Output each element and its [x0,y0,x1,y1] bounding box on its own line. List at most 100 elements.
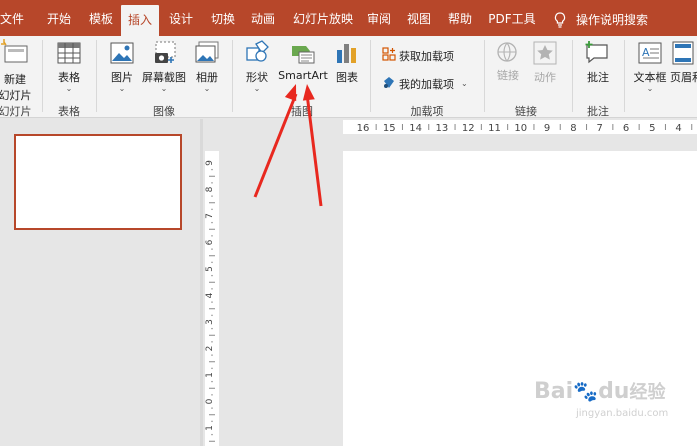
tab-slideshow[interactable]: 幻灯片放映 [292,0,354,36]
group-label-comments: 批注 [587,105,609,118]
tell-me-search[interactable]: 操作说明搜索 [554,11,648,28]
addins-icon [382,75,396,92]
ruler-dot [211,301,213,303]
screenshot-button[interactable]: 屏幕截图 ⌄ [140,40,188,93]
ruler-tick-label: 5 [205,266,215,272]
star-action-icon [532,41,558,69]
tab-insert[interactable]: 插入 [121,5,159,36]
ruler-dot [211,433,213,436]
chart-icon [334,44,360,69]
ruler-dot [211,288,213,290]
ruler-dot [211,367,213,370]
shapes-button[interactable]: 形状 ⌄ [240,40,274,93]
tell-me-label: 操作说明搜索 [576,13,649,27]
ruler-dot [211,327,213,330]
ruler-dot [211,407,213,409]
ruler-dot [211,182,213,184]
lightbulb-icon [554,11,566,28]
textbox-icon: A [637,42,663,69]
table-icon [56,42,82,69]
group-label-slides: 幻灯片 [0,105,32,118]
smartart-button[interactable]: SmartArt [277,40,329,82]
comment-button[interactable]: 批注 [582,40,614,85]
chevron-down-icon: ⌄ [646,84,654,93]
svg-text:A: A [642,46,650,59]
ruler-dot [211,221,213,224]
ruler-tick-label: 8 [205,186,215,192]
photo-album-button[interactable]: 相册 ⌄ [190,40,224,93]
screenshot-icon [150,41,178,69]
chevron-down-icon: ⌄ [65,84,73,93]
tab-transitions[interactable]: 切换 [208,0,238,36]
table-button[interactable]: 表格 ⌄ [52,40,86,93]
ribbon-tab-bar: 文件 开始 模板 插入 设计 切换 动画 幻灯片放映 审阅 视图 帮助 PDF工… [0,0,697,36]
ruler-tick-label: 8 [570,123,576,134]
divider [370,40,371,112]
tab-view[interactable]: 视图 [404,0,434,36]
get-addins-button[interactable]: 获取加载项 [382,47,454,64]
ruler-dot [211,168,213,171]
ruler-tick-label: 2 [205,346,215,352]
photo-album-icon [194,41,220,69]
action-button[interactable]: 动作 [530,40,560,85]
textbox-button[interactable]: A 文本框 ⌄ [632,40,668,93]
chevron-down-icon: ⌄ [203,84,211,93]
tab-template[interactable]: 模板 [86,0,116,36]
ruler-dot [211,248,213,250]
chart-button[interactable]: 图表 [332,40,362,85]
ruler-tick-label: 14 [409,123,422,134]
tab-file[interactable]: 文件 [0,0,24,36]
ruler-tick-label: 1 [205,425,215,431]
divider [96,40,97,112]
ruler-tick-label: 7 [597,123,603,134]
ruler-tick-label: 6 [623,123,629,134]
ruler-tick-label: 6 [205,239,215,245]
tab-pdf-tools[interactable]: PDF工具 [488,0,536,36]
ruler-dot [211,235,213,237]
divider [232,40,233,112]
chevron-down-icon: ⌄ [253,84,261,93]
ruler-tick-label: 15 [383,123,396,134]
new-slide-button[interactable]: 新建 幻灯片 [0,38,32,103]
vertical-ruler[interactable]: 9 8 7 6 5 4 3 2 1 0 1 [205,151,219,446]
my-addins-button[interactable]: 我的加载项 ⌄ [382,75,468,92]
ruler-tick-label: 13 [436,123,449,134]
tab-animations[interactable]: 动画 [248,0,278,36]
divider [484,40,485,112]
ruler-dot [211,341,213,343]
new-slide-icon [0,39,30,71]
ruler-dot [211,380,213,383]
ruler-tick-label: 9 [205,160,215,166]
slide-thumbnail[interactable] [14,134,182,230]
globe-link-icon [495,42,521,69]
divider [624,40,625,112]
chevron-down-icon: ⌄ [461,79,468,88]
ruler-tick-label: 10 [514,123,527,134]
tab-design[interactable]: 设计 [166,0,196,36]
ruler-tick-label: 3 [205,319,215,325]
ruler-dot [211,354,213,356]
ribbon-insert: 新建 幻灯片 幻灯片 表格 ⌄ 表格 图片 ⌄ 屏幕截图 ⌄ 相册 ⌄ 图像 形… [0,36,697,118]
group-label-images: 图像 [153,105,175,118]
pictures-button[interactable]: 图片 ⌄ [105,40,139,93]
tab-review[interactable]: 审阅 [364,0,394,36]
ruler-dot [211,420,213,423]
ruler-tick-label: 4 [675,123,681,134]
ruler-tick-label: 16 [357,123,370,134]
tab-home[interactable]: 开始 [44,0,74,36]
horizontal-ruler[interactable]: 1615141312111098765432 [343,120,697,134]
link-button[interactable]: 链接 [494,40,522,82]
header-footer-button[interactable]: 页眉和 [670,40,697,85]
ruler-tick-label: 5 [649,123,655,134]
tab-help[interactable]: 帮助 [445,0,475,36]
ruler-tick-label: 7 [205,213,215,219]
shapes-icon [243,40,271,69]
group-label-links: 链接 [515,105,537,118]
chevron-down-icon: ⌄ [118,84,126,93]
watermark-url: jingyan.baidu.com [576,408,669,419]
comment-icon [584,41,612,69]
group-label-tables: 表格 [58,105,80,118]
ruler-tick-label: 9 [544,123,550,134]
ruler-dot [211,394,213,396]
divider [42,40,43,112]
